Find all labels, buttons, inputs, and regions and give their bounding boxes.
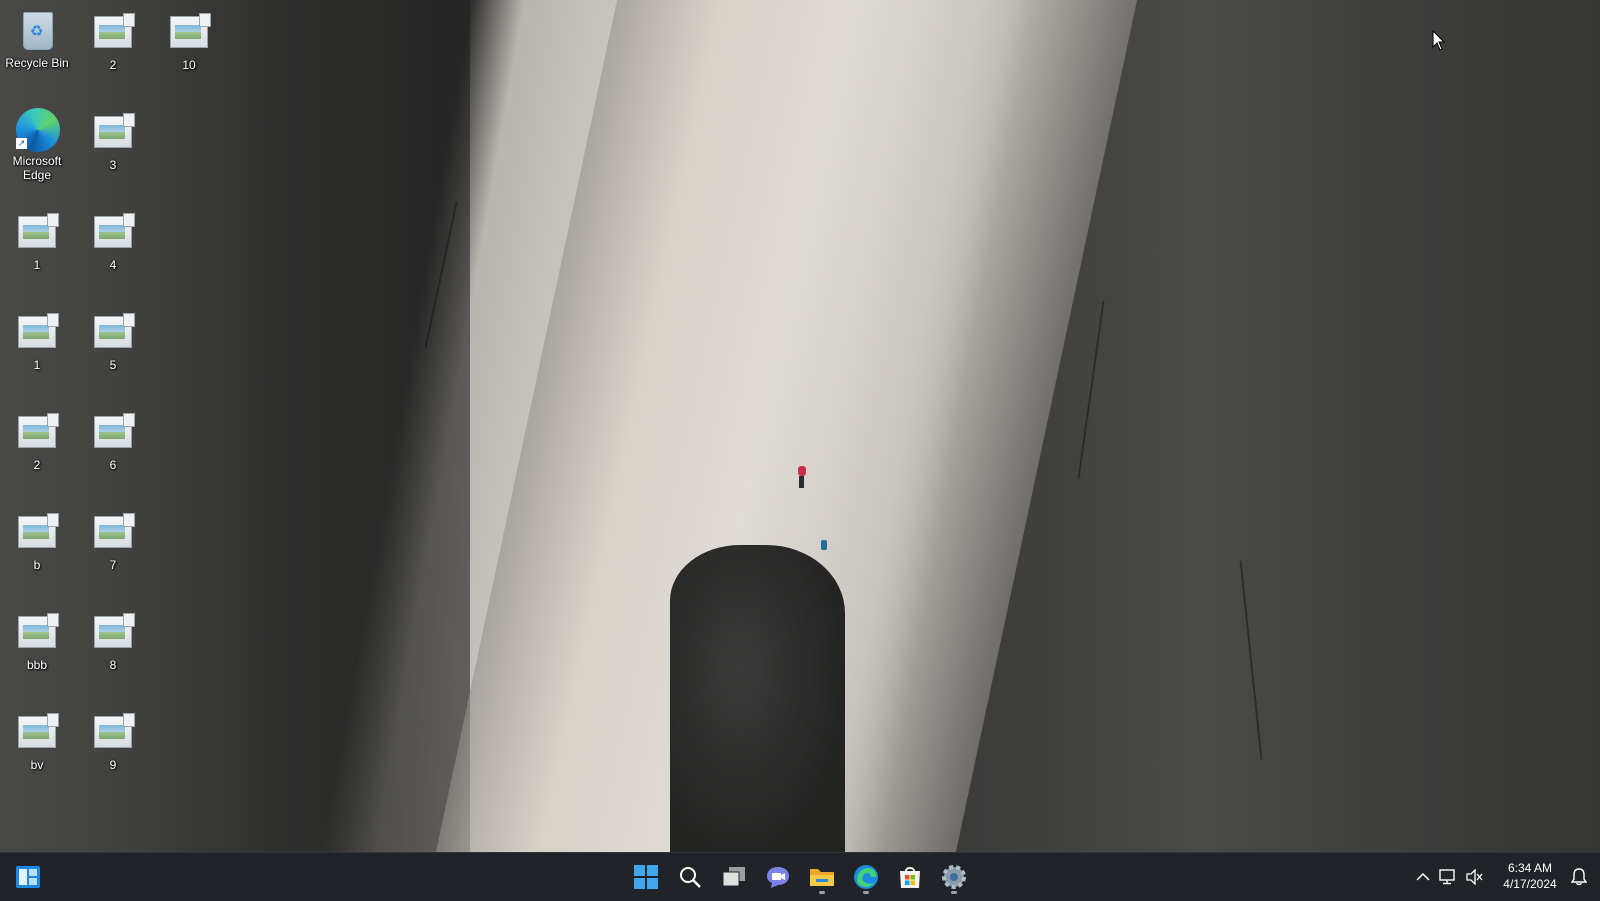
desktop-icon-label: 1 (33, 258, 41, 272)
desktop-icon-label: 1 (33, 358, 41, 372)
wallpaper-climber (796, 466, 806, 490)
wallpaper-belayer (821, 540, 827, 550)
desktop-icon-file[interactable]: 1 (0, 204, 74, 294)
task-view-button[interactable] (716, 859, 752, 895)
desktop-icon-file[interactable]: 10 (152, 4, 226, 94)
windows-logo-icon (634, 865, 658, 889)
taskbar: 6:34 AM 4/17/2024 (0, 852, 1600, 901)
widgets-icon (16, 866, 40, 888)
store-icon (900, 867, 920, 888)
desktop-icon-file[interactable]: 3 (76, 104, 150, 194)
folder-icon (810, 869, 834, 886)
desktop-icon-label: 10 (182, 58, 196, 72)
recycle-bin-icon: ♻ (14, 10, 60, 52)
running-indicator (863, 891, 869, 894)
desktop-icon-label: bv (30, 758, 44, 772)
chat-icon (767, 867, 789, 888)
desktop-icon-file[interactable]: 2 (0, 404, 74, 494)
network-icon (1439, 869, 1455, 885)
notifications-button[interactable] (1566, 859, 1592, 895)
volume-button[interactable] (1462, 859, 1486, 895)
edge-taskbar-button[interactable] (848, 859, 884, 895)
image-file-icon (14, 612, 60, 654)
store-button[interactable] (892, 859, 928, 895)
desktop-icon-label: bbb (26, 658, 48, 672)
desktop-icon-label: 2 (109, 58, 117, 72)
image-file-icon (14, 412, 60, 454)
image-file-icon (90, 112, 136, 154)
desktop-icon-label: Recycle Bin (5, 56, 69, 70)
bell-icon (1571, 868, 1587, 886)
chat-button[interactable] (760, 859, 796, 895)
widgets-button[interactable] (10, 859, 46, 895)
running-indicator (951, 891, 957, 894)
desktop-wallpaper: ♻ Recycle Bin ↗ Microsoft Edge 1 1 2 b b… (0, 0, 1600, 852)
image-file-icon (90, 312, 136, 354)
image-file-icon (90, 412, 136, 454)
desktop-icon-label: 2 (33, 458, 41, 472)
desktop-icon-label: Microsoft Edge (12, 154, 62, 182)
desktop-icon-microsoft-edge[interactable]: ↗ Microsoft Edge (0, 100, 74, 190)
edge-icon: ↗ (14, 108, 60, 152)
clock[interactable]: 6:34 AM 4/17/2024 (1494, 861, 1566, 893)
desktop-icon-file[interactable]: 2 (76, 4, 150, 94)
image-file-icon (14, 212, 60, 254)
desktop-icon-file[interactable]: 6 (76, 404, 150, 494)
image-file-icon (14, 512, 60, 554)
desktop-icon-label: b (33, 558, 41, 572)
image-file-icon (14, 712, 60, 754)
show-hidden-icons-button[interactable] (1412, 859, 1434, 895)
desktop-icon-label: 5 (109, 358, 117, 372)
gear-icon (942, 865, 966, 889)
clock-date: 4/17/2024 (1503, 877, 1557, 891)
desktop-icon-file[interactable]: 9 (76, 704, 150, 794)
desktop-icon-file[interactable]: bbb (0, 604, 74, 694)
wallpaper-crack (1239, 560, 1263, 760)
desktop-icon-file[interactable]: 5 (76, 304, 150, 394)
image-file-icon (90, 712, 136, 754)
desktop-icon-file[interactable]: b (0, 504, 74, 594)
chevron-up-icon (1416, 872, 1430, 881)
volume-muted-icon (1466, 869, 1483, 885)
image-file-icon (90, 12, 136, 54)
image-file-icon (14, 312, 60, 354)
clock-time: 6:34 AM (1507, 861, 1553, 875)
start-button[interactable] (628, 859, 664, 895)
desktop-icon-file[interactable]: 7 (76, 504, 150, 594)
desktop-icon-label: 6 (109, 458, 117, 472)
edge-icon (854, 865, 878, 889)
wallpaper-boulder (670, 545, 845, 852)
task-view-icon (722, 867, 745, 887)
image-file-icon (166, 12, 212, 54)
desktop-icon-label: 4 (109, 258, 117, 272)
search-icon (680, 867, 701, 888)
desktop-icon-file[interactable]: 4 (76, 204, 150, 294)
desktop-icon-file[interactable]: 8 (76, 604, 150, 694)
desktop-icon-label: 8 (109, 658, 117, 672)
mouse-cursor-icon (1432, 30, 1446, 51)
desktop-icon-recycle-bin[interactable]: ♻ Recycle Bin (0, 2, 74, 92)
network-button[interactable] (1436, 859, 1460, 895)
desktop-icon-file[interactable]: bv (0, 704, 74, 794)
file-explorer-button[interactable] (804, 859, 840, 895)
search-button[interactable] (672, 859, 708, 895)
image-file-icon (90, 512, 136, 554)
image-file-icon (90, 612, 136, 654)
desktop-icon-label: 7 (109, 558, 117, 572)
desktop-icon-label: 9 (109, 758, 117, 772)
running-indicator (819, 891, 825, 894)
image-file-icon (90, 212, 136, 254)
desktop-icon-label: 3 (109, 158, 117, 172)
settings-button[interactable] (936, 859, 972, 895)
wallpaper-crack (1077, 300, 1105, 480)
desktop-icon-file[interactable]: 1 (0, 304, 74, 394)
